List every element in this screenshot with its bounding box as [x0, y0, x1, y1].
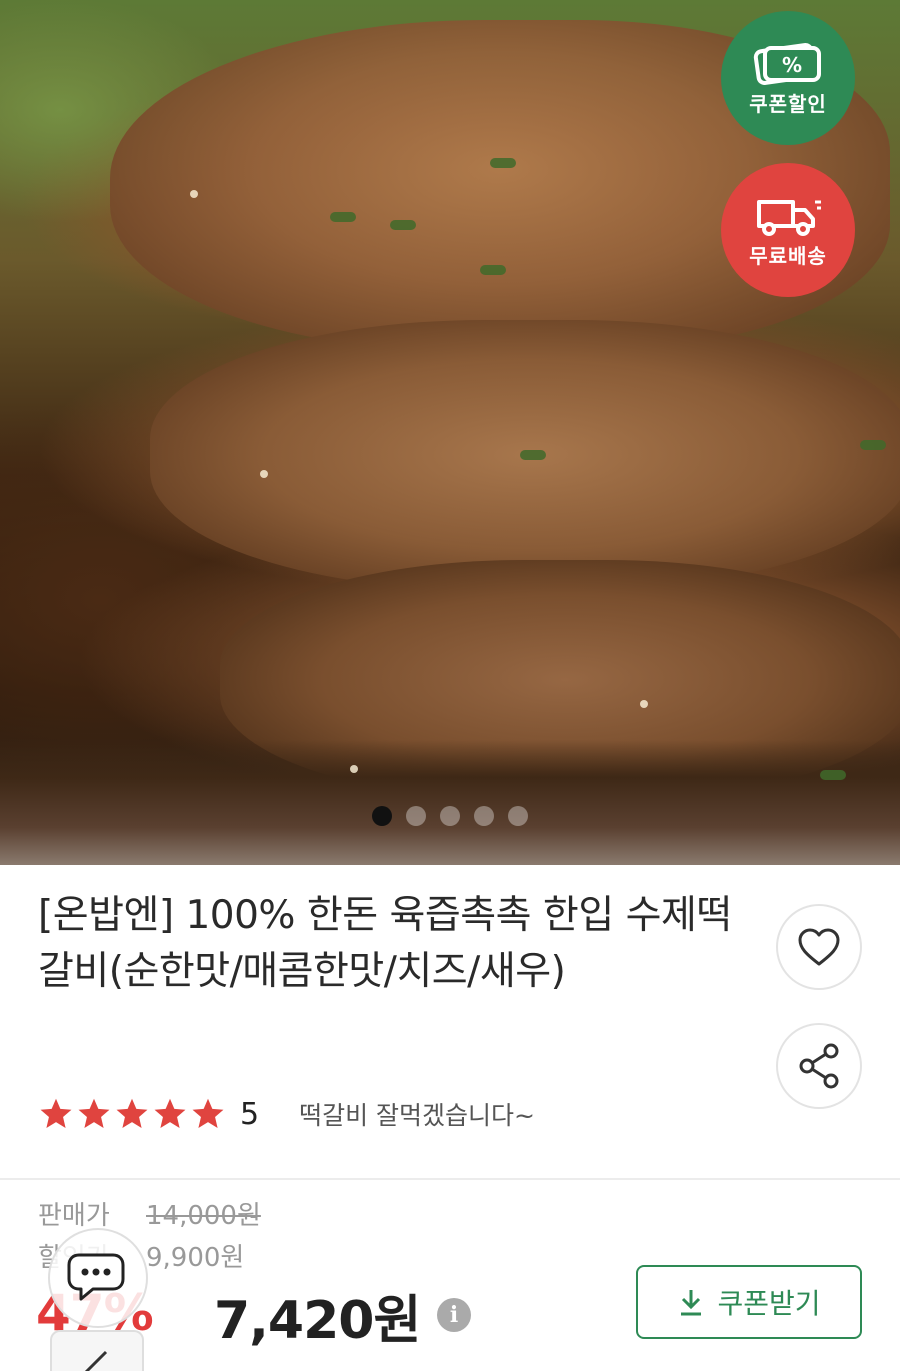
discount-price: 9,900원 — [146, 1243, 245, 1273]
star-icon — [154, 1098, 186, 1128]
carousel-dot[interactable] — [474, 806, 494, 826]
product-photo-detail — [860, 440, 886, 450]
carousel-dot[interactable] — [372, 806, 392, 826]
star-icon — [78, 1098, 110, 1128]
get-coupon-button[interactable]: 쿠폰받기 — [636, 1265, 862, 1339]
product-photo-detail — [390, 220, 416, 230]
product-photo-detail — [490, 158, 516, 168]
sale-price-label: 판매가 — [38, 1201, 110, 1231]
star-icon — [116, 1098, 148, 1128]
product-photo-detail — [350, 765, 358, 773]
coupon-badge-label: 쿠폰할인 — [749, 92, 827, 116]
pencil-icon — [84, 1350, 108, 1371]
edit-button[interactable] — [50, 1330, 144, 1371]
carousel-indicator — [372, 806, 528, 826]
product-photo-detail — [330, 212, 356, 222]
carousel-dot[interactable] — [440, 806, 460, 826]
rating-summary[interactable]: 5 떡갈비 잘먹겠습니다~ — [38, 1096, 535, 1132]
delivery-truck-icon — [757, 200, 821, 236]
rating-stars — [38, 1096, 226, 1132]
carousel-dot[interactable] — [406, 806, 426, 826]
price-info-icon[interactable]: i — [437, 1298, 471, 1332]
review-snippet[interactable]: 떡갈비 잘먹겠습니다~ — [299, 1096, 535, 1132]
wishlist-button[interactable] — [776, 904, 862, 990]
carousel-dot[interactable] — [508, 806, 528, 826]
download-icon — [681, 1290, 702, 1316]
get-coupon-label: 쿠폰받기 — [717, 1287, 821, 1320]
product-photo-detail — [260, 470, 268, 478]
final-price: 7,420원 — [214, 1291, 421, 1351]
coupon-discount-badge: % 쿠폰할인 — [721, 11, 855, 145]
product-title: [온밥엔] 100% 한돈 육즙촉촉 한입 수제떡갈비(순한맛/매콤한맛/치즈/… — [38, 893, 732, 994]
heart-icon — [798, 928, 840, 966]
section-divider — [0, 1178, 900, 1180]
rating-score: 5 — [240, 1096, 260, 1132]
free-shipping-badge: 무료배송 — [721, 163, 855, 297]
star-icon — [40, 1098, 72, 1128]
svg-text:%: % — [782, 53, 802, 77]
shipping-badge-label: 무료배송 — [749, 244, 827, 268]
product-photo-detail — [640, 700, 648, 708]
product-photo-detail — [480, 265, 506, 275]
original-price: 14,000원 — [146, 1201, 261, 1231]
coupon-percent-icon: % — [753, 43, 821, 85]
product-image-carousel[interactable]: % 쿠폰할인 무료배송 — [0, 0, 900, 865]
share-button[interactable] — [776, 1023, 862, 1109]
chat-bubble-icon — [67, 1253, 125, 1301]
share-icon — [799, 1043, 839, 1089]
product-photo-detail — [820, 770, 846, 780]
product-photo-detail — [190, 190, 198, 198]
product-photo-detail — [520, 450, 546, 460]
product-photo-sauce — [0, 740, 900, 865]
chat-button[interactable] — [48, 1228, 148, 1328]
star-icon — [192, 1098, 224, 1128]
